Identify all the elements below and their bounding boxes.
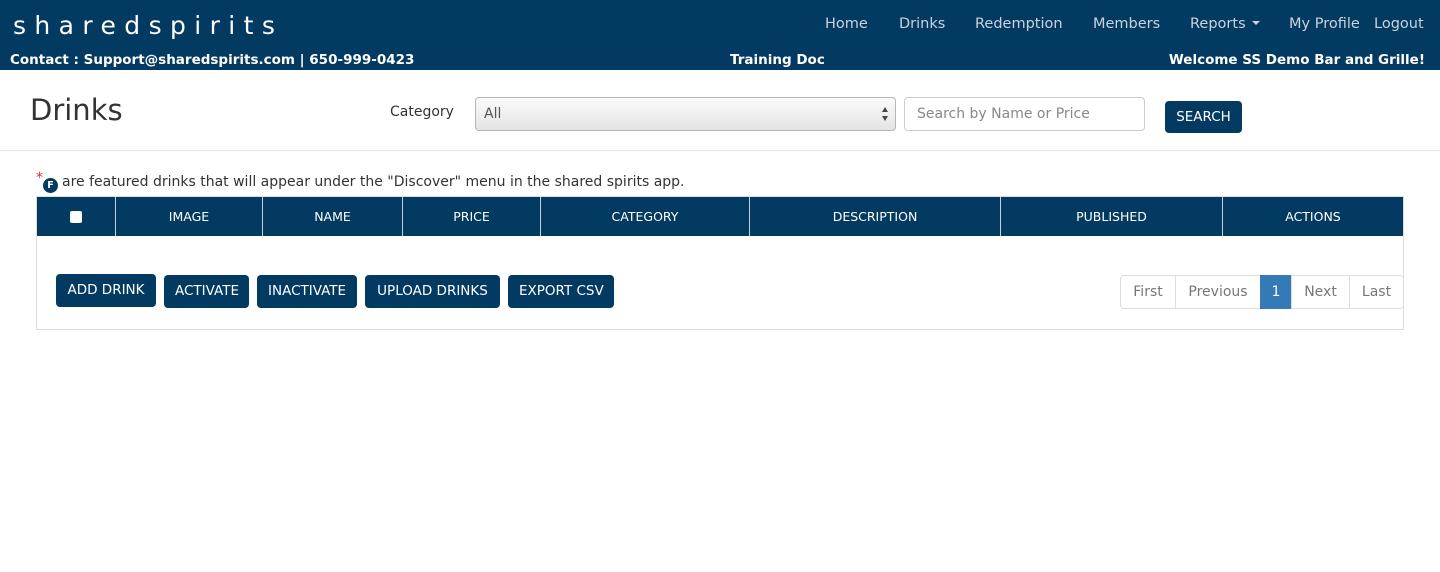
add-drink-button[interactable]: ADD DRINK — [56, 274, 156, 307]
caret-down-icon — [1251, 21, 1260, 25]
page-title: Drinks — [30, 93, 123, 127]
asterisk-mark: * — [36, 170, 43, 186]
activate-button[interactable]: ACTIVATE — [164, 275, 249, 308]
page-number-current[interactable]: 1 — [1260, 275, 1292, 309]
column-header-published[interactable]: PUBLISHED — [1000, 197, 1222, 236]
page-previous[interactable]: Previous — [1175, 275, 1261, 309]
nav-members[interactable]: Members — [1093, 16, 1160, 36]
nav-logout[interactable]: Logout — [1374, 16, 1424, 36]
nav-redemption[interactable]: Redemption — [975, 16, 1063, 36]
column-header-price[interactable]: PRICE — [402, 197, 540, 236]
brand-logo[interactable]: sharedspirits — [13, 11, 283, 40]
category-select[interactable]: All — [475, 97, 896, 131]
category-label: Category — [390, 104, 454, 120]
column-header-description[interactable]: DESCRIPTION — [749, 197, 1000, 236]
column-header-actions: ACTIONS — [1222, 197, 1403, 236]
training-doc-link[interactable]: Training Doc — [730, 52, 825, 68]
upload-drinks-button[interactable]: UPLOAD DRINKS — [365, 275, 500, 308]
nav-reports-dropdown[interactable]: Reports — [1190, 16, 1260, 36]
select-arrows-icon — [882, 107, 890, 123]
welcome-message: Welcome SS Demo Bar and Grille! — [1168, 52, 1425, 68]
category-selected-value: All — [484, 106, 502, 122]
nav-my-profile[interactable]: My Profile — [1289, 16, 1360, 36]
table-header: IMAGE NAME PRICE CATEGORY DESCRIPTION PU… — [37, 197, 1403, 236]
contact-info: Contact : Support@sharedspirits.com | 65… — [10, 52, 415, 68]
page-next[interactable]: Next — [1291, 275, 1350, 309]
select-all-checkbox[interactable] — [70, 211, 82, 223]
featured-note-text: are featured drinks that will appear und… — [62, 174, 685, 190]
featured-badge-icon: F — [43, 178, 58, 193]
export-csv-button[interactable]: EXPORT CSV — [508, 275, 614, 308]
nav-home[interactable]: Home — [825, 16, 868, 36]
column-header-image[interactable]: IMAGE — [115, 197, 262, 236]
column-header-category[interactable]: CATEGORY — [540, 197, 749, 236]
search-input[interactable] — [904, 97, 1145, 131]
column-header-name[interactable]: NAME — [262, 197, 402, 236]
inactivate-button[interactable]: INACTIVATE — [257, 275, 357, 308]
divider — [0, 150, 1440, 151]
page-first[interactable]: First — [1120, 275, 1176, 309]
page-last[interactable]: Last — [1349, 275, 1404, 309]
nav-reports-label: Reports — [1190, 16, 1246, 32]
top-navbar: sharedspirits Home Drinks Redemption Mem… — [0, 0, 1440, 70]
pagination: First Previous 1 Next Last — [1120, 275, 1404, 309]
nav-drinks[interactable]: Drinks — [899, 16, 945, 36]
featured-note: * Fare featured drinks that will appear u… — [36, 170, 685, 193]
select-all-cell — [37, 197, 115, 236]
search-button[interactable]: SEARCH — [1165, 101, 1242, 133]
